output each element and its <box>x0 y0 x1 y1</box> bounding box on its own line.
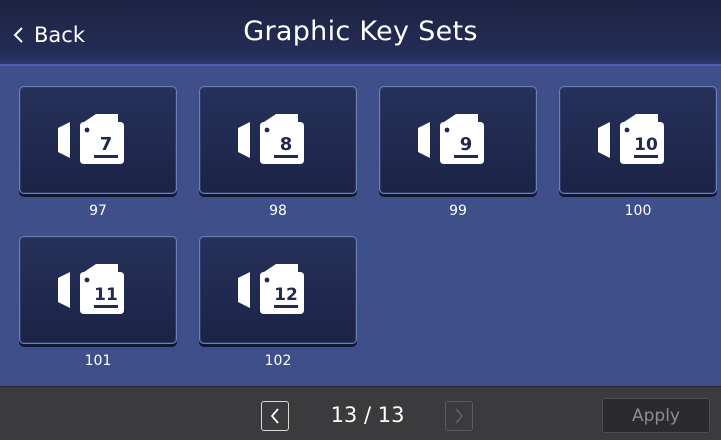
key-number: 11 <box>94 285 118 305</box>
chevron-right-icon <box>455 408 464 424</box>
key-number: 12 <box>274 285 298 305</box>
key-set-label: 99 <box>449 203 467 219</box>
key-set-grid: 7 97 8 98 9 99 10 100 11 101 12 102 <box>0 66 721 386</box>
key-number: 9 <box>460 134 473 155</box>
key-number: 7 <box>100 134 113 155</box>
chevron-left-icon <box>270 408 279 424</box>
page-indicator: 13 / 13 <box>330 403 405 427</box>
key-set-tile-100[interactable]: 10 <box>559 86 717 194</box>
footer-bar: 13 / 13 Apply <box>0 386 721 440</box>
key-set-tile-101[interactable]: 11 <box>19 236 177 344</box>
key-set-tile-99[interactable]: 9 <box>379 86 537 194</box>
key-set-item: 11 101 <box>19 236 177 369</box>
key-number: 8 <box>280 134 293 155</box>
camera-key-icon: 11 <box>58 264 124 314</box>
camera-key-icon: 12 <box>238 264 304 314</box>
prev-page-button[interactable] <box>261 401 289 431</box>
key-number: 10 <box>634 135 658 155</box>
camera-key-icon: 9 <box>418 114 484 164</box>
key-set-tile-98[interactable]: 8 <box>199 86 357 194</box>
camera-key-icon: 8 <box>238 114 304 164</box>
page-title: Graphic Key Sets <box>243 16 478 47</box>
next-page-button[interactable] <box>445 401 473 431</box>
key-set-item: 9 99 <box>379 86 537 219</box>
key-set-item: 10 100 <box>559 86 717 219</box>
key-set-label: 100 <box>624 203 652 219</box>
key-set-label: 102 <box>264 353 292 369</box>
key-set-label: 97 <box>89 203 107 219</box>
key-set-tile-102[interactable]: 12 <box>199 236 357 344</box>
header-bar: Back Graphic Key Sets <box>0 0 721 66</box>
key-set-item: 7 97 <box>19 86 177 219</box>
apply-button[interactable]: Apply <box>602 398 710 433</box>
key-set-label: 101 <box>84 353 112 369</box>
key-set-label: 98 <box>269 203 287 219</box>
key-set-tile-97[interactable]: 7 <box>19 86 177 194</box>
camera-key-icon: 7 <box>58 114 124 164</box>
camera-key-icon: 10 <box>598 114 664 164</box>
key-set-item: 12 102 <box>199 236 357 369</box>
key-set-item: 8 98 <box>199 86 357 219</box>
